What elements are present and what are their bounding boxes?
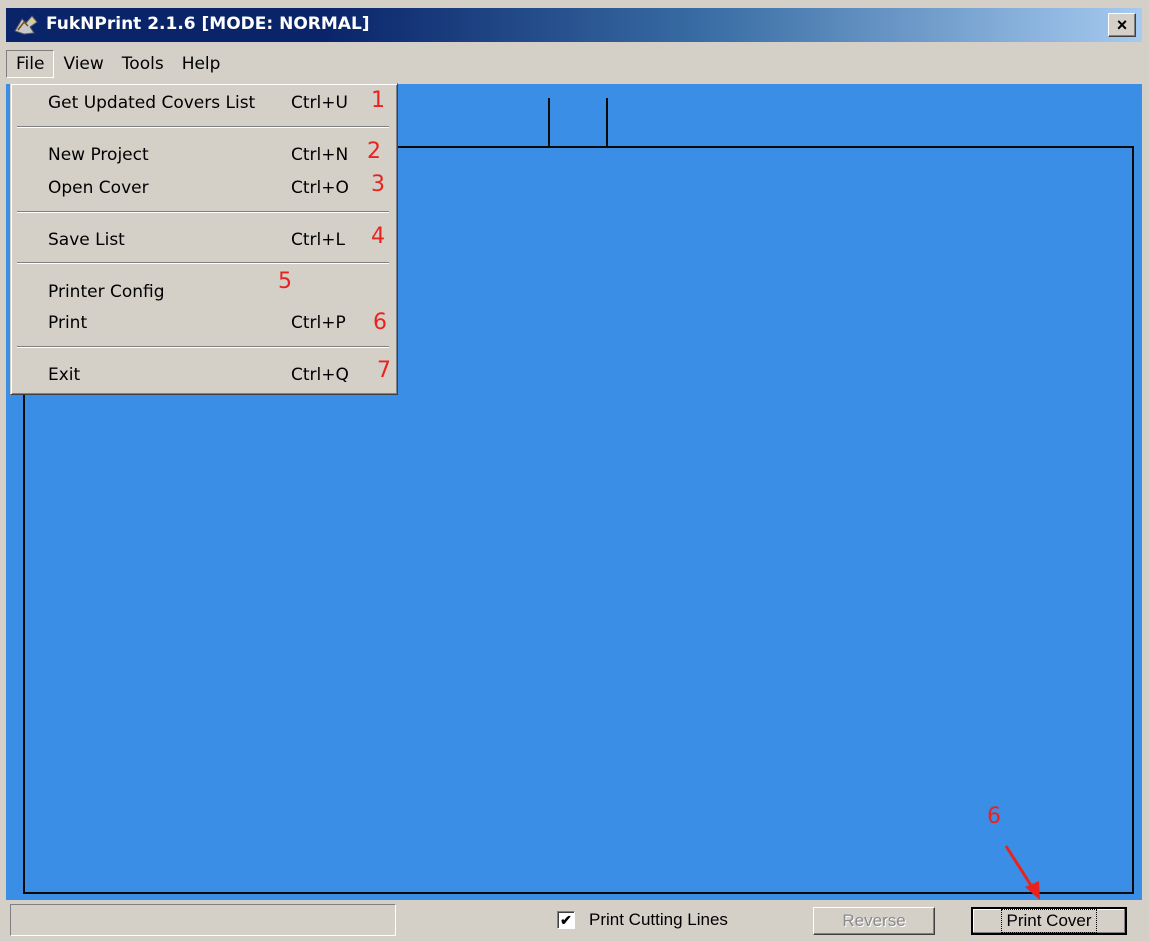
menu-item-open-cover[interactable]: Open Cover Ctrl+O [11, 172, 397, 202]
print-cover-button-label: Print Cover [1001, 909, 1097, 933]
menu-separator [17, 262, 389, 264]
reverse-button-label: Reverse [842, 911, 906, 930]
annotation-number: 5 [278, 269, 292, 294]
window-title: FukNPrint 2.1.6 [MODE: NORMAL] [46, 14, 370, 34]
menu-item-label: Exit [48, 365, 81, 385]
cover-spine-line-right [606, 98, 608, 147]
menu-item-shortcut: Ctrl+L [291, 230, 345, 250]
cover-spine-line-left [548, 98, 550, 147]
menu-item-label: New Project [48, 145, 149, 165]
checkmark-icon: ✔ [560, 912, 572, 928]
annotation-number: 6 [373, 310, 387, 335]
checkbox-label: Print Cutting Lines [589, 910, 728, 929]
menu-item-exit[interactable]: Exit Ctrl+Q [11, 359, 397, 389]
checkbox-box[interactable]: ✔ [557, 911, 575, 929]
annotation-number: 1 [371, 88, 385, 113]
reverse-button[interactable]: Reverse [813, 907, 935, 935]
menu-item-label: Save List [48, 230, 125, 250]
annotation-number: 4 [371, 224, 385, 249]
menu-item-print[interactable]: Print Ctrl+P [11, 307, 397, 337]
menu-item-shortcut: Ctrl+O [291, 178, 349, 198]
menu-item-shortcut: Ctrl+U [291, 93, 348, 113]
file-menu-dropdown: Get Updated Covers List Ctrl+U New Proje… [10, 83, 398, 395]
print-cutting-lines-checkbox[interactable]: ✔ Print Cutting Lines [557, 910, 728, 930]
menu-separator [17, 126, 389, 128]
menu-item-printer-config[interactable]: Printer Config [11, 276, 397, 306]
menu-tools[interactable]: Tools [113, 50, 173, 78]
menu-item-label: Get Updated Covers List [48, 93, 256, 113]
red-arrow-icon [1004, 845, 1040, 900]
status-bar: ✔ Print Cutting Lines Reverse Print Cove… [6, 900, 1142, 941]
print-cover-button[interactable]: Print Cover [971, 907, 1127, 935]
close-button[interactable]: × [1108, 13, 1136, 37]
annotation-number: 3 [371, 172, 385, 197]
menu-item-new-project[interactable]: New Project Ctrl+N [11, 139, 397, 169]
menu-file[interactable]: File [6, 50, 55, 78]
menu-item-shortcut: Ctrl+P [291, 313, 346, 333]
app-logo-icon [14, 15, 38, 35]
menu-item-get-updated-covers-list[interactable]: Get Updated Covers List Ctrl+U [11, 87, 397, 117]
menu-item-label: Printer Config [48, 282, 165, 302]
menu-item-label: Print [48, 313, 88, 333]
title-bar[interactable]: FukNPrint 2.1.6 [MODE: NORMAL] × [6, 8, 1142, 42]
menu-separator [17, 211, 389, 213]
close-icon: × [1116, 15, 1128, 35]
annotation-number: 6 [987, 804, 1001, 829]
status-panel [10, 904, 396, 936]
annotation-number: 7 [377, 358, 391, 383]
app-window: FukNPrint 2.1.6 [MODE: NORMAL] × File Vi… [0, 0, 1149, 941]
menu-item-shortcut: Ctrl+Q [291, 365, 349, 385]
menu-item-label: Open Cover [48, 178, 149, 198]
annotation-number: 2 [367, 139, 381, 164]
menu-item-save-list[interactable]: Save List Ctrl+L [11, 224, 397, 254]
menu-bar: File View Tools Help [6, 50, 229, 80]
menu-view[interactable]: View [54, 50, 112, 78]
menu-help[interactable]: Help [173, 50, 230, 78]
menu-separator [17, 346, 389, 348]
menu-item-shortcut: Ctrl+N [291, 145, 349, 165]
